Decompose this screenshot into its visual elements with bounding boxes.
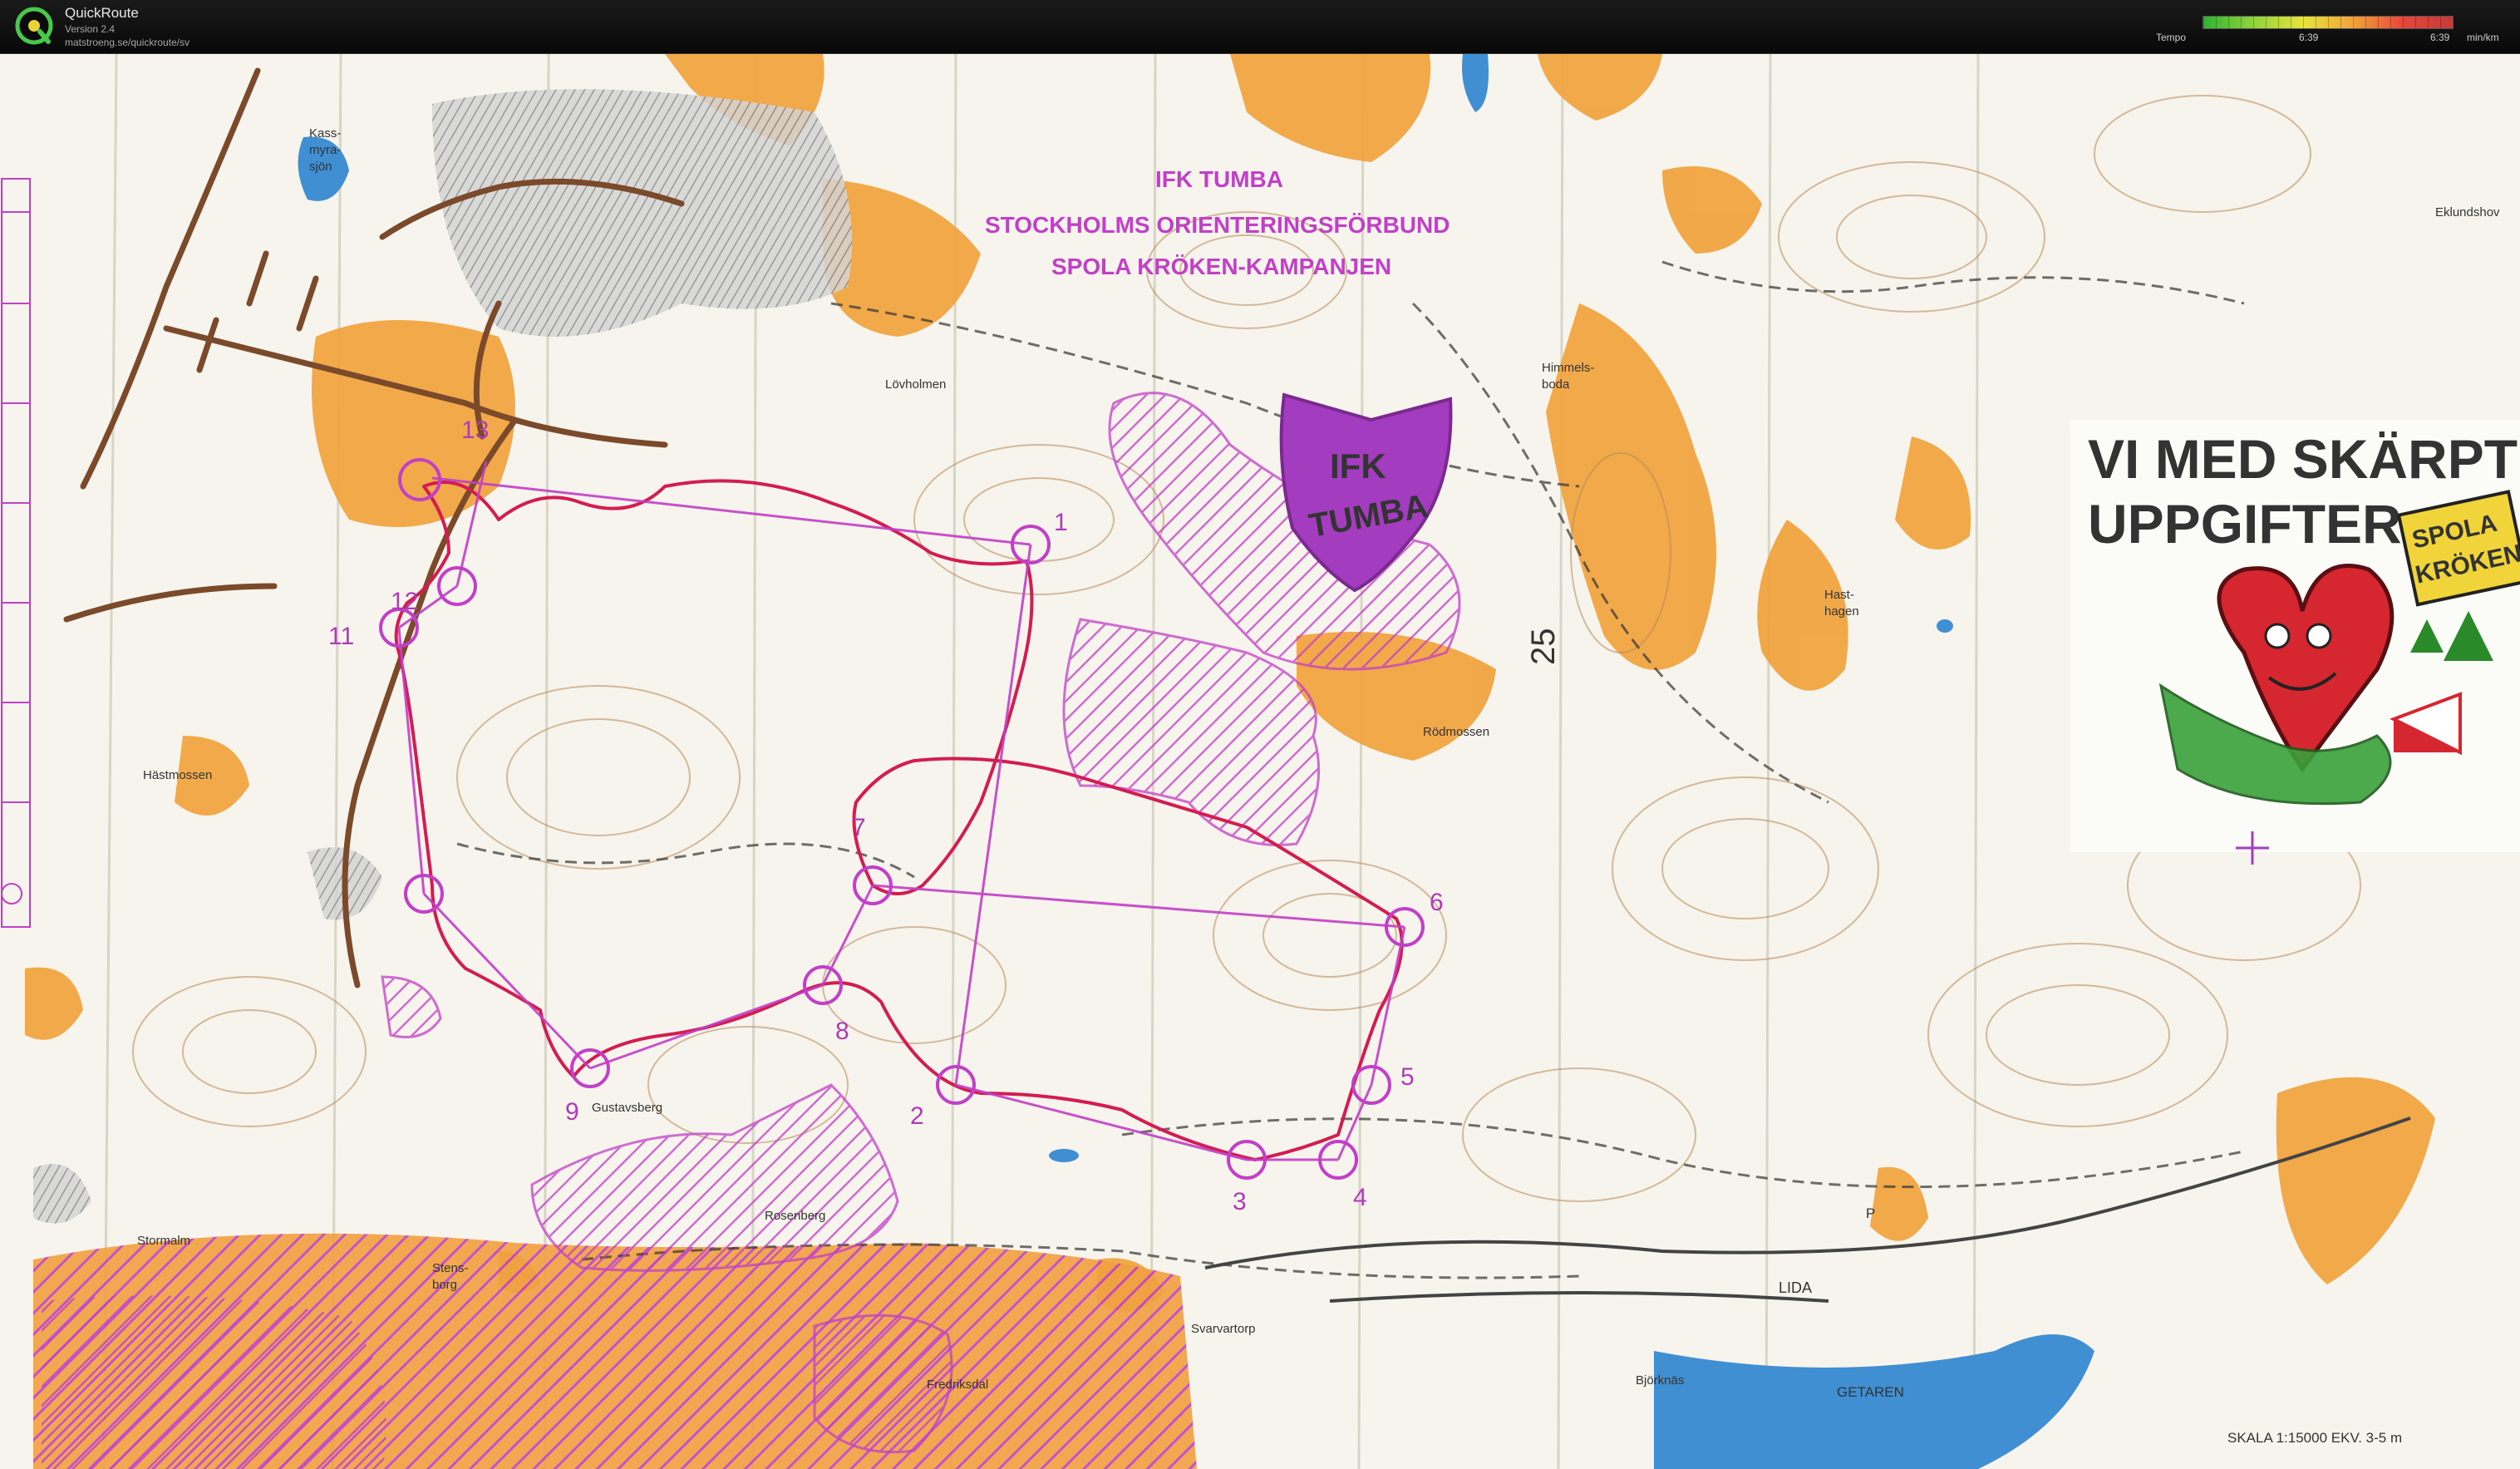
place-hastmossen: Hästmossen [143, 768, 212, 782]
place-hasthagen-2: hagen [1824, 604, 1859, 619]
control-label-13: 13 [461, 417, 489, 444]
orienteering-map[interactable]: IFK TUMBA IFK TUMBA STOCKHOLMS ORIENTERI… [0, 54, 2520, 1469]
header-campaign: SPOLA KRÖKEN-KAMPANJEN [1051, 254, 1391, 279]
tempo-unit: min/km [2467, 32, 2499, 43]
ad-headline-2: UPPGIFTER [2088, 493, 2402, 555]
place-bjorknas: Björknäs [1636, 1373, 1684, 1388]
title-bar: QuickRoute Version 2.4 matstroeng.se/qui… [0, 0, 2520, 54]
orienteering-map-canvas[interactable]: IFK TUMBA IFK TUMBA STOCKHOLMS ORIENTERI… [0, 54, 2520, 1469]
quickroute-logo-icon [15, 7, 53, 45]
control-label-7: 7 [852, 814, 866, 841]
side-number: 25 [1525, 629, 1562, 666]
place-hasthagen-1: Hast- [1824, 588, 1854, 602]
control-label-1: 1 [1054, 509, 1068, 536]
app-url: matstroeng.se/quickroute/sv [65, 37, 190, 48]
place-getaren: GETAREN [1837, 1384, 1904, 1400]
app-title: QuickRoute [65, 5, 139, 21]
place-kassmyrasjon-1: Kass- [309, 126, 341, 140]
header-club: IFK TUMBA [1155, 166, 1283, 192]
control-label-9: 9 [565, 1098, 579, 1126]
place-lovholmen: Lövholmen [885, 377, 946, 392]
place-stensborg-1: Stens- [432, 1261, 468, 1275]
place-fredriksdal: Fredriksdal [927, 1378, 988, 1392]
place-himmelsboda-2: boda [1542, 377, 1570, 392]
place-stormalm: Stormalm [137, 1234, 190, 1248]
place-svarvartorp: Svarvartorp [1191, 1322, 1256, 1336]
place-kassmyrasjon-2: myra- [309, 143, 341, 157]
place-eklundshov: Eklundshov [2435, 205, 2500, 219]
ad-headline-1: VI MED SKÄRPT [2088, 428, 2518, 490]
place-kassmyrasjon-3: sjön [309, 160, 332, 174]
map-scale-text: SKALA 1:15000 EKV. 3-5 m [2227, 1430, 2402, 1446]
control-label-2: 2 [910, 1102, 924, 1130]
shield-text-top: IFK [1330, 446, 1386, 486]
control-label-11: 11 [328, 623, 354, 650]
forbidden-area-southwest [42, 1295, 386, 1469]
control-label-12: 12 [391, 588, 418, 615]
place-gustavsberg: Gustavsberg [592, 1101, 662, 1115]
control-label-3: 3 [1233, 1188, 1247, 1215]
place-rosenberg: Rosenberg [765, 1209, 825, 1223]
control-label-8: 8 [835, 1018, 849, 1045]
header-federation: STOCKHOLMS ORIENTERINGSFÖRBUND [985, 212, 1450, 238]
app-version: Version 2.4 [65, 23, 116, 35]
place-stensborg-2: borg [432, 1278, 457, 1292]
tempo-color-scale [2203, 16, 2454, 29]
control-label-5: 5 [1400, 1063, 1415, 1091]
place-himmelsboda-1: Himmels- [1542, 361, 1594, 375]
place-lida: LIDA [1779, 1279, 1812, 1296]
place-parking: P [1866, 1205, 1875, 1221]
tempo-legend-label: Tempo [2156, 32, 2187, 43]
tempo-max-value: 6:39 [2430, 32, 2450, 43]
tempo-min-value: 6:39 [2299, 32, 2319, 43]
place-rodmossen: Rödmossen [1423, 725, 1489, 739]
control-label-4: 4 [1353, 1184, 1367, 1211]
control-label-6: 6 [1430, 889, 1444, 916]
